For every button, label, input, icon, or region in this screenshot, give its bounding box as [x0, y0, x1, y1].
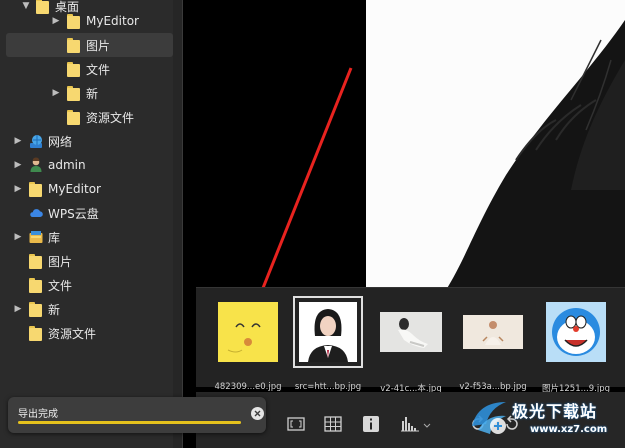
- thumbnail-filename: 482309...e0.jpg: [214, 382, 282, 392]
- thumbnail-filename: src=htt...bp.jpg: [294, 382, 362, 392]
- thumbnail-item-selected[interactable]: src=htt...bp.jpg: [293, 296, 363, 392]
- thumbnail-image-cartoon: [213, 296, 283, 368]
- thumbnail-image-woman-sitting: [376, 296, 446, 368]
- thumbnail-filename: v2-f53a...bp.jpg: [459, 382, 527, 392]
- thumbnail-image-portrait: [293, 296, 363, 368]
- thumbnail-image-doraemon: [541, 296, 611, 368]
- thumbnail-item[interactable]: v2-41c...本.jpg: [376, 296, 446, 394]
- thumbnail-item[interactable]: 482309...e0.jpg: [213, 296, 283, 392]
- watermark-title: 极光下载站: [512, 402, 598, 421]
- fit-to-window-icon[interactable]: [286, 414, 306, 434]
- thumbnail-image-figure: [458, 296, 528, 368]
- export-progress-bar: [18, 421, 241, 424]
- thumbnail-item[interactable]: v2-f53a...bp.jpg: [458, 296, 528, 392]
- watermark-logo-icon: [472, 402, 506, 434]
- info-icon[interactable]: [361, 414, 381, 434]
- grid-view-icon[interactable]: [323, 414, 343, 434]
- toast-message: 导出完成: [18, 409, 58, 420]
- histogram-icon[interactable]: [399, 414, 433, 434]
- thumbnail-strip: 482309...e0.jpg src=htt...bp.jpg v2-41c.…: [196, 287, 625, 394]
- export-progress-fill: [18, 421, 241, 424]
- thumbnail-item[interactable]: 图片1251...9.jpg: [541, 296, 611, 394]
- close-icon[interactable]: [251, 407, 264, 420]
- export-toast: 导出完成: [8, 397, 266, 433]
- watermark-url: www.xz7.com: [530, 424, 608, 435]
- site-watermark: 极光下载站 www.xz7.com: [466, 394, 624, 446]
